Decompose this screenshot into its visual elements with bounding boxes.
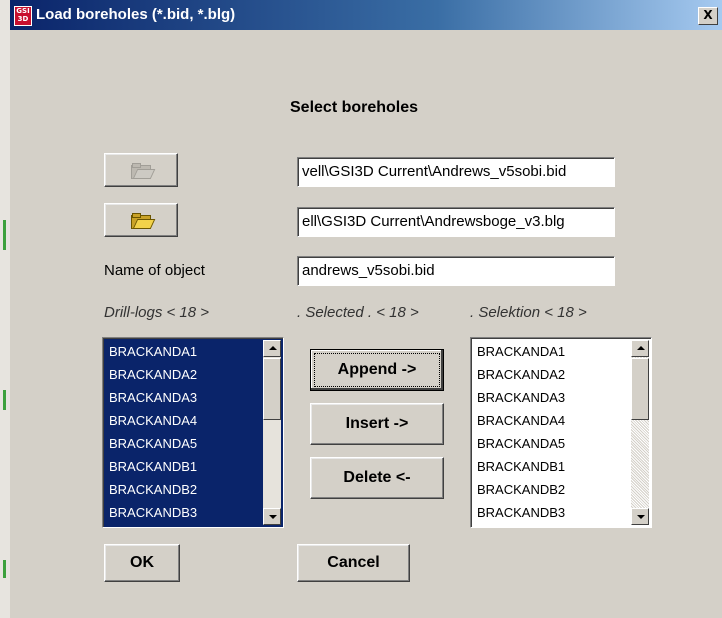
selektion-listbox[interactable]: BRACKANDA1 BRACKANDA2 BRACKANDA3 BRACKAN… (470, 337, 652, 528)
list-item[interactable]: BRACKANDB3 (473, 501, 631, 524)
scroll-up-icon[interactable] (263, 340, 281, 357)
object-name-label: Name of object (104, 262, 205, 279)
object-name-field[interactable]: andrews_v5sobi.bid (297, 256, 615, 286)
browse-bid-button[interactable] (104, 153, 178, 187)
list-item[interactable]: BRACKANDA1 (105, 340, 263, 363)
list-item[interactable]: BRACKANDA4 (473, 409, 631, 432)
list-item[interactable]: BRACKANDA1 (473, 340, 631, 363)
drill-logs-scrollbar[interactable] (263, 340, 281, 525)
desktop-edge-mark (3, 390, 6, 410)
desktop-edge-mark (3, 220, 6, 250)
list-item[interactable]: BRACKANDA3 (105, 386, 263, 409)
list-item[interactable]: BRACKANDA5 (473, 432, 631, 455)
list-item[interactable]: BRACKANDB2 (473, 478, 631, 501)
drill-logs-listbox[interactable]: BRACKANDA1 BRACKANDA2 BRACKANDA3 BRACKAN… (102, 337, 284, 528)
bid-path-field[interactable]: vell\GSI3D Current\Andrews_v5sobi.bid (297, 157, 615, 187)
page-title: Select boreholes (290, 99, 419, 116)
desktop-edge-mark (3, 560, 6, 578)
list-item[interactable]: BRACKANDA3 (473, 386, 631, 409)
list-item[interactable]: BRACKANDA5 (105, 432, 263, 455)
list-item[interactable]: BRACKANDB3 (105, 501, 263, 524)
blg-path-field[interactable]: ell\GSI3D Current\Andrewsboge_v3.blg (297, 207, 615, 237)
list-item[interactable]: BRACKANDA4 (105, 409, 263, 432)
browse-blg-button[interactable] (104, 203, 178, 237)
list-item[interactable]: BRACKANDB2 (105, 478, 263, 501)
scroll-thumb[interactable] (263, 358, 281, 420)
desktop-edge (0, 0, 10, 618)
scroll-down-icon[interactable] (631, 508, 649, 525)
open-folder-icon (131, 213, 156, 229)
list-item[interactable]: BRACKANDA2 (105, 363, 263, 386)
selektion-scrollbar[interactable] (631, 340, 649, 525)
insert-button[interactable]: Insert -> (310, 403, 444, 445)
load-boreholes-dialog: GSI 3D Load boreholes (*.bid, *.blg) X Se… (10, 0, 722, 618)
selektion-label: . Selektion < 18 > (470, 304, 587, 321)
list-item[interactable]: BRACKANDA2 (473, 363, 631, 386)
ok-button[interactable]: OK (104, 544, 180, 582)
cancel-button[interactable]: Cancel (297, 544, 410, 582)
scroll-thumb[interactable] (631, 358, 649, 420)
close-icon: X (703, 8, 713, 22)
drill-logs-label: Drill-logs < 18 > (104, 304, 210, 321)
list-item[interactable]: BRACKANDB1 (105, 455, 263, 478)
title-bar[interactable]: GSI 3D Load boreholes (*.bid, *.blg) X (10, 0, 722, 30)
close-button[interactable]: X (698, 7, 718, 25)
delete-button[interactable]: Delete <- (310, 457, 444, 499)
open-folder-icon (131, 163, 156, 179)
selected-label: . Selected . < 18 > (297, 304, 419, 321)
scroll-down-icon[interactable] (263, 508, 281, 525)
app-icon: GSI 3D (14, 6, 32, 26)
window-title: Load boreholes (*.bid, *.blg) (36, 6, 236, 23)
list-item[interactable]: BRACKANDB1 (473, 455, 631, 478)
scroll-up-icon[interactable] (631, 340, 649, 357)
append-button[interactable]: Append -> (310, 349, 444, 391)
